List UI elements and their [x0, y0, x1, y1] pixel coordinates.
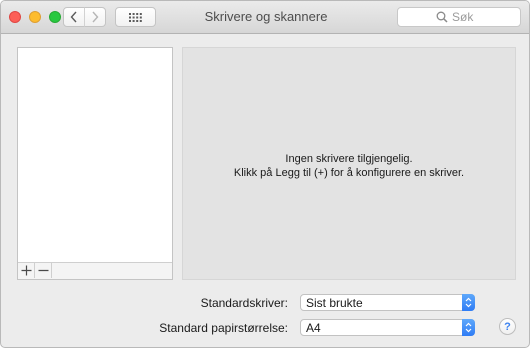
paper-size-label: Standard papirstørrelse: — [159, 321, 288, 335]
printer-list[interactable] — [17, 47, 173, 280]
search-icon — [436, 11, 448, 23]
zoom-window-button[interactable] — [49, 11, 61, 23]
close-window-button[interactable] — [9, 11, 21, 23]
forward-button[interactable] — [84, 7, 106, 27]
chevron-right-icon — [92, 11, 99, 23]
chevron-left-icon — [70, 11, 77, 23]
plus-icon — [21, 265, 31, 276]
select-stepper-icon — [462, 294, 475, 311]
show-all-button[interactable] — [115, 7, 156, 27]
printer-list-toolbar — [18, 262, 172, 279]
title-bar: Skrivere og skannere Søk — [1, 1, 529, 34]
help-button[interactable]: ? — [499, 318, 516, 335]
show-all-grid-icon — [129, 12, 142, 22]
paper-size-value: A4 — [306, 321, 321, 335]
paper-size-select[interactable]: A4 — [300, 319, 475, 336]
remove-printer-button[interactable] — [35, 263, 52, 278]
printer-detail-panel: Ingen skrivere tilgjengelig. Klikk på Le… — [182, 47, 516, 280]
empty-state-line-2: Klikk på Legg til (+) for å konfigurere … — [233, 167, 465, 179]
default-printer-value: Sist brukte — [306, 296, 363, 310]
back-button[interactable] — [63, 7, 85, 27]
minus-icon — [38, 269, 48, 272]
printers-and-scanners-window: Skrivere og skannere Søk Ingen skrivere … — [0, 0, 530, 348]
default-printer-select[interactable]: Sist brukte — [300, 294, 475, 311]
search-field[interactable]: Søk — [397, 7, 521, 27]
minimize-window-button[interactable] — [29, 11, 41, 23]
add-printer-button[interactable] — [18, 263, 35, 278]
window-title: Skrivere og skannere — [204, 9, 328, 24]
empty-state-line-1: Ingen skrivere tilgjengelig. — [285, 153, 413, 165]
select-stepper-icon — [462, 319, 475, 336]
search-placeholder: Søk — [452, 10, 474, 24]
default-printer-label: Standardskriver: — [200, 296, 288, 310]
empty-state-message: Ingen skrivere tilgjengelig. Klikk på Le… — [183, 152, 515, 180]
